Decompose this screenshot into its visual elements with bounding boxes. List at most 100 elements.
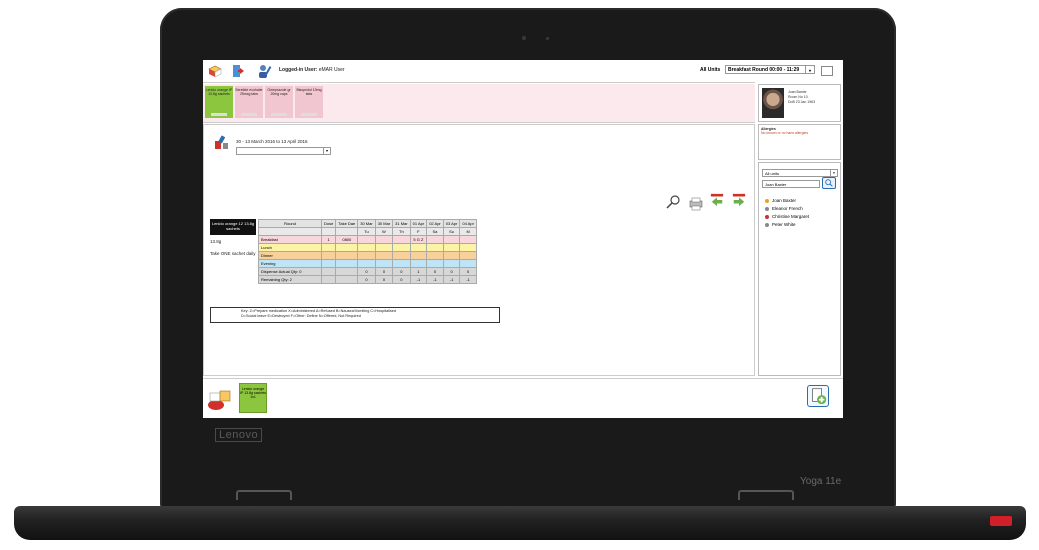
med-tile-label: Seretide evohaler 25mcg tabs — [235, 88, 263, 96]
table-cell[interactable] — [392, 251, 411, 260]
printer-icon[interactable] — [688, 197, 704, 211]
table-cell[interactable]: 0 — [357, 275, 376, 284]
table-cell[interactable]: -1 — [459, 275, 477, 284]
table-row[interactable]: Lunch — [258, 243, 477, 252]
table-cell[interactable]: 0800 — [335, 235, 359, 244]
search-icon[interactable] — [822, 177, 836, 189]
table-row[interactable]: Dinner — [258, 251, 477, 260]
table-cell[interactable] — [392, 243, 411, 252]
table-cell[interactable]: 0 — [374, 275, 394, 284]
patient-list-name: Eleanor French — [772, 206, 803, 211]
table-cell[interactable] — [335, 267, 359, 276]
day-header: M — [459, 227, 477, 236]
table-cell[interactable] — [374, 243, 394, 252]
patient-card[interactable]: Joan Baxter Room No 10 DoB 23 Jan 1963 — [758, 84, 841, 122]
logout-icon[interactable] — [231, 63, 247, 79]
table-cell[interactable] — [459, 243, 477, 252]
table-cell[interactable]: 1 — [320, 235, 337, 244]
table-cell[interactable] — [320, 259, 337, 268]
table-cell[interactable] — [320, 243, 337, 252]
day-header-row: Tu W Th F Sa Su M — [258, 227, 477, 236]
table-cell[interactable]: 0 — [459, 267, 477, 276]
table-cell[interactable]: 0 — [426, 267, 444, 276]
table-cell[interactable] — [392, 259, 411, 268]
day-header: Sa — [426, 227, 444, 236]
table-cell[interactable] — [335, 275, 359, 284]
table-cell[interactable] — [409, 251, 428, 260]
selected-med-tile[interactable]: Lenido orange IP 13.8g sachets 1x1 — [239, 383, 267, 413]
chevron-down-icon[interactable]: ▾ — [805, 66, 814, 73]
units-select[interactable]: All units ▾ — [762, 169, 838, 177]
med-tile-1[interactable]: Lenido orange IP 13.8g sachets — [205, 86, 233, 118]
table-cell[interactable]: 0 — [442, 267, 461, 276]
administration-key: Key: Z=Prepare medication X=Administered… — [210, 307, 500, 323]
chevron-down-icon[interactable]: ▾ — [323, 148, 330, 154]
table-cell[interactable] — [357, 259, 376, 268]
add-document-icon[interactable] — [807, 385, 829, 407]
table-cell[interactable] — [459, 235, 477, 244]
patient-search-input[interactable]: Joan Baxter — [762, 180, 820, 188]
patient-list-item[interactable]: Eleanor French — [765, 205, 809, 213]
table-cell[interactable]: -1 — [442, 275, 461, 284]
table-cell[interactable] — [320, 251, 337, 260]
table-cell[interactable]: -1 — [426, 275, 444, 284]
grid-view-icon[interactable] — [821, 66, 833, 76]
table-cell[interactable] — [442, 259, 461, 268]
table-cell[interactable] — [357, 243, 376, 252]
table-cell[interactable] — [426, 235, 444, 244]
patient-list: Joan Baxter Eleanor French Christine Marga… — [765, 197, 809, 229]
medication-round-icon[interactable] — [212, 133, 230, 151]
table-cell[interactable] — [409, 243, 428, 252]
patient-list-item[interactable]: Joan Baxter — [765, 197, 809, 205]
user-settings-icon[interactable] — [257, 63, 273, 79]
table-cell[interactable] — [357, 235, 376, 244]
table-cell[interactable] — [392, 235, 411, 244]
table-cell[interactable] — [335, 243, 359, 252]
allergies-panel: Allergies No known or no hans allergies — [758, 124, 841, 160]
logged-in-user: eMAR User — [318, 67, 345, 73]
patient-list-item[interactable]: Christine Margaret — [765, 213, 809, 221]
table-cell[interactable] — [409, 259, 428, 268]
col-header: 01 Apr — [409, 219, 428, 228]
table-cell[interactable]: 0 — [392, 267, 411, 276]
table-cell[interactable] — [442, 243, 461, 252]
chevron-down-icon[interactable]: ▾ — [830, 170, 837, 176]
table-row[interactable]: Dispense Actual Qty: 00001000 — [258, 267, 477, 276]
table-cell[interactable] — [426, 243, 444, 252]
med-tile-4[interactable]: Bisoprolol 10mg tabs — [295, 86, 323, 118]
table-cell[interactable] — [374, 251, 394, 260]
table-cell[interactable] — [335, 259, 359, 268]
table-row[interactable]: Evening — [258, 259, 477, 268]
table-cell[interactable] — [459, 259, 477, 268]
table-cell[interactable] — [442, 251, 461, 260]
medication-box-icon[interactable] — [207, 63, 223, 79]
table-cell[interactable] — [320, 267, 337, 276]
table-cell[interactable] — [426, 251, 444, 260]
table-cell[interactable]: 1 — [409, 267, 428, 276]
table-cell[interactable] — [459, 251, 477, 260]
table-cell[interactable] — [320, 275, 337, 284]
table-cell[interactable]: 0 — [374, 267, 394, 276]
table-cell[interactable]: 0 — [357, 267, 376, 276]
table-row[interactable]: Remaining Qty: 2 0 0 0 -1 -1 -1 -1 — [258, 275, 477, 284]
date-range-select[interactable]: ▾ — [236, 147, 331, 155]
search-magnifier-icon[interactable] — [666, 195, 682, 209]
table-cell[interactable] — [357, 251, 376, 260]
next-week-arrow-icon[interactable] — [731, 193, 747, 207]
table-cell[interactable] — [335, 251, 359, 260]
table-cell[interactable] — [426, 259, 444, 268]
patient-list-item[interactable]: Peter White — [765, 221, 809, 229]
med-tile-3[interactable]: Omeprazole gr 20mg caps — [265, 86, 293, 118]
selected-med-label[interactable]: Lenido orange 12 13.8g sachets — [210, 219, 256, 235]
medication-trolley-icon[interactable] — [206, 387, 234, 413]
table-cell[interactable] — [442, 235, 461, 244]
med-tile-2[interactable]: Seretide evohaler 25mcg tabs — [235, 86, 263, 118]
table-cell[interactable]: 0 — [392, 275, 411, 284]
previous-week-arrow-icon[interactable] — [709, 193, 725, 207]
table-row[interactable]: Breakfast 1 0800 5 G Z — [258, 235, 477, 244]
round-select[interactable]: Breakfast Round 00:00 - 11:29 ▾ — [725, 65, 815, 74]
table-cell[interactable]: 5 G Z — [409, 235, 428, 244]
table-cell[interactable] — [374, 259, 394, 268]
table-cell[interactable]: -1 — [409, 275, 428, 284]
table-cell[interactable] — [374, 235, 394, 244]
